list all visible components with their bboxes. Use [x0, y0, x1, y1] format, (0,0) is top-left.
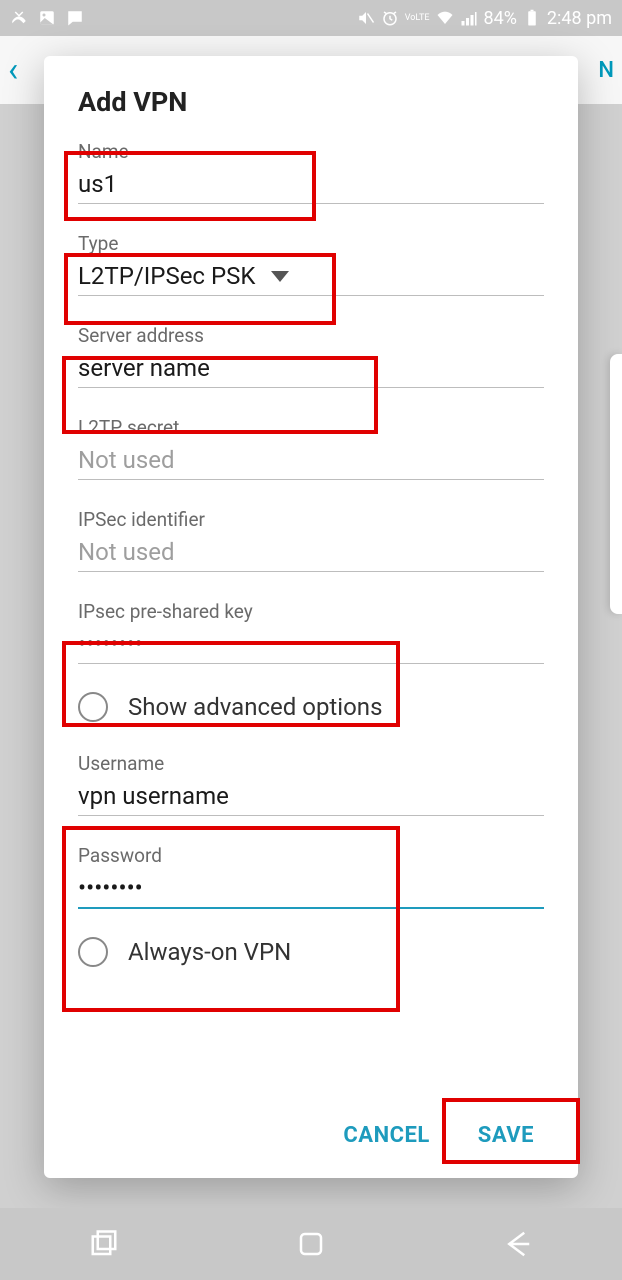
label-psk: IPsec pre-shared key — [78, 600, 544, 623]
label-name: Name — [78, 140, 544, 163]
field-ipsec-identifier[interactable]: IPSec identifier Not used — [78, 508, 544, 572]
input-l2tp-secret[interactable]: Not used — [78, 445, 544, 475]
label-always-on: Always-on VPN — [128, 938, 291, 966]
input-username[interactable]: vpn username — [78, 781, 544, 811]
label-advanced: Show advanced options — [128, 693, 382, 721]
label-l2tp-secret: L2TP secret — [78, 416, 544, 439]
chevron-down-icon — [271, 271, 289, 282]
nav-bar — [0, 1208, 622, 1280]
field-l2tp-secret[interactable]: L2TP secret Not used — [78, 416, 544, 480]
label-server: Server address — [78, 324, 544, 347]
select-type-value: L2TP/IPSec PSK — [78, 262, 255, 290]
input-password[interactable]: •••••••• — [78, 873, 544, 903]
home-icon[interactable] — [296, 1229, 326, 1259]
input-ipsec-identifier[interactable]: Not used — [78, 537, 544, 567]
checkbox-advanced[interactable] — [78, 692, 108, 722]
header-right-letter: N — [598, 58, 614, 83]
label-username: Username — [78, 752, 544, 775]
cancel-button[interactable]: CANCEL — [343, 1123, 429, 1148]
edge-scroll-hint[interactable] — [610, 354, 622, 614]
save-button[interactable]: SAVE — [478, 1123, 534, 1148]
back-chevron-icon[interactable]: ‹ — [8, 50, 18, 90]
wifi-icon — [436, 9, 454, 27]
field-username[interactable]: Username vpn username — [78, 752, 544, 816]
input-psk[interactable]: •••••••• — [78, 629, 544, 659]
battery-icon — [523, 9, 541, 27]
field-type[interactable]: Type L2TP/IPSec PSK — [78, 232, 544, 296]
status-bar: VoLTE 84% 2:48 pm — [0, 0, 622, 36]
signal-icon — [460, 9, 478, 27]
dialog-button-row: CANCEL SAVE — [78, 1109, 544, 1158]
row-advanced-options[interactable]: Show advanced options — [78, 692, 544, 722]
label-password: Password — [78, 844, 544, 867]
label-ipsec-identifier: IPSec identifier — [78, 508, 544, 531]
alarm-icon — [381, 9, 399, 27]
input-name[interactable]: us1 — [78, 169, 544, 199]
mute-vibrate-icon — [357, 9, 375, 27]
add-vpn-dialog: Add VPN Name us1 Type L2TP/IPSec PSK Ser… — [44, 56, 578, 1178]
field-name[interactable]: Name us1 — [78, 140, 544, 204]
field-psk[interactable]: IPsec pre-shared key •••••••• — [78, 600, 544, 664]
message-icon — [66, 9, 84, 27]
clock: 2:48 pm — [547, 8, 612, 29]
select-type[interactable]: L2TP/IPSec PSK — [78, 261, 544, 291]
field-server[interactable]: Server address server name — [78, 324, 544, 388]
gallery-icon — [38, 9, 56, 27]
row-always-on[interactable]: Always-on VPN — [78, 937, 544, 967]
volte-icon: VoLTE — [405, 14, 430, 23]
missed-call-icon — [10, 9, 28, 27]
dialog-title: Add VPN — [78, 86, 544, 118]
label-type: Type — [78, 232, 544, 255]
field-password[interactable]: Password •••••••• — [78, 844, 544, 909]
input-server[interactable]: server name — [78, 353, 544, 383]
checkbox-always-on[interactable] — [78, 937, 108, 967]
back-icon[interactable] — [503, 1229, 533, 1259]
battery-percent: 84% — [484, 8, 517, 29]
recents-icon[interactable] — [89, 1229, 119, 1259]
